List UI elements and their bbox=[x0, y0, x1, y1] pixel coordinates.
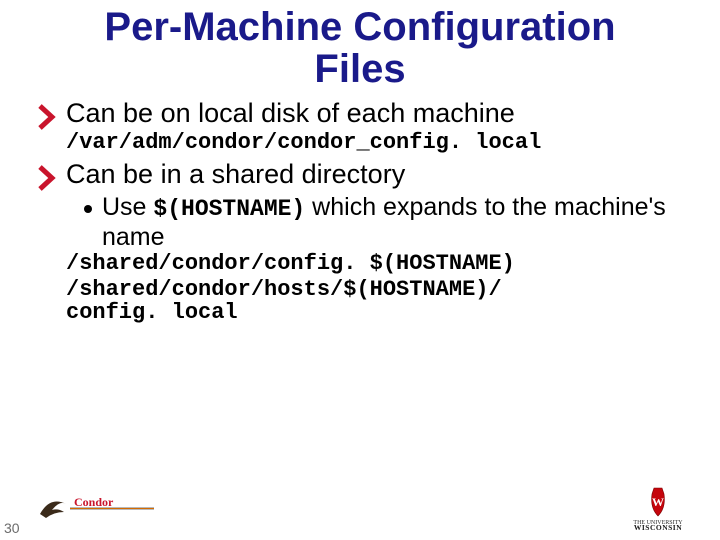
bullet-1-text: Can be on local disk of each machine bbox=[66, 98, 515, 129]
slide-number: 30 bbox=[4, 520, 20, 536]
wisc-name: WISCONSIN bbox=[634, 523, 682, 530]
wisconsin-logo: W THE UNIVERSITY WISCONSIN bbox=[618, 486, 698, 530]
bullet-2: Can be in a shared directory bbox=[38, 159, 682, 191]
code-line-1: /var/adm/condor/condor_config. local bbox=[66, 130, 682, 155]
bullet-2-text: Can be in a shared directory bbox=[66, 159, 405, 190]
code-line-3b: config. local bbox=[66, 300, 682, 325]
slide-title: Per-Machine Configuration Files bbox=[0, 0, 720, 90]
slide-footer: Condor W THE UNIVERSITY WISCONSIN 30 bbox=[0, 480, 720, 540]
bullet-dot-icon bbox=[84, 205, 92, 213]
bullet-1: Can be on local disk of each machine bbox=[38, 98, 682, 130]
slide-content: Can be on local disk of each machine /va… bbox=[0, 90, 720, 325]
sub-code: $(HOSTNAME) bbox=[153, 196, 305, 222]
wisc-shield-letter: W bbox=[652, 495, 664, 509]
code-line-2: /shared/condor/config. $(HOSTNAME) bbox=[66, 251, 682, 276]
chevron-right-icon bbox=[38, 104, 56, 130]
condor-logo-text: Condor bbox=[74, 495, 114, 509]
code-line-3a: /shared/condor/hosts/$(HOSTNAME)/ bbox=[66, 277, 682, 302]
title-line-1: Per-Machine Configuration bbox=[104, 5, 615, 49]
title-line-2: Files bbox=[314, 47, 405, 91]
condor-logo: Condor bbox=[36, 490, 156, 522]
chevron-right-icon bbox=[38, 165, 56, 191]
sub-bullet: Use $(HOSTNAME) which expands to the mac… bbox=[84, 193, 682, 251]
sub-bullet-text: Use $(HOSTNAME) which expands to the mac… bbox=[102, 193, 682, 251]
sub-pre: Use bbox=[102, 193, 153, 221]
